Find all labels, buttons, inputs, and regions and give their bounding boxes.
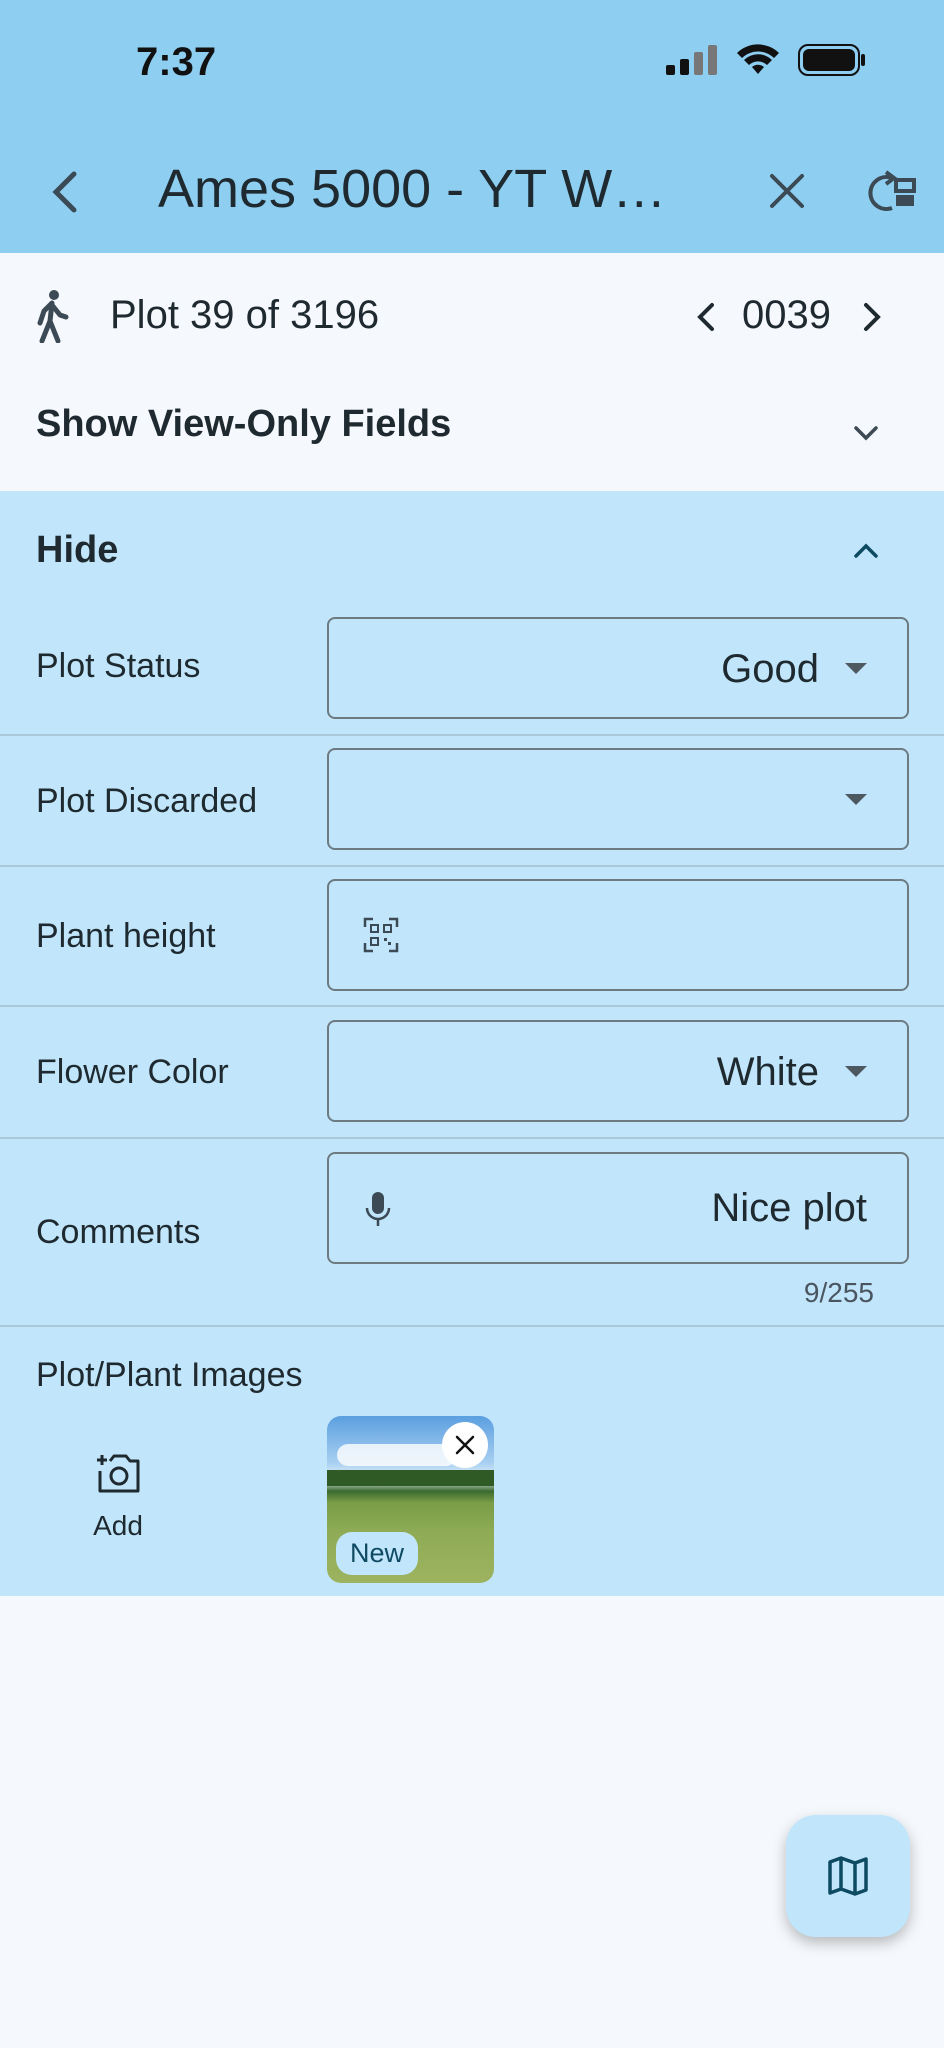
status-time: 7:37 bbox=[136, 40, 217, 84]
microphone-icon[interactable] bbox=[363, 1190, 393, 1228]
map-icon bbox=[828, 1856, 868, 1896]
close-icon[interactable] bbox=[762, 166, 812, 216]
plot-discarded-label: Plot Discarded bbox=[36, 782, 258, 820]
plant-height-label: Plant height bbox=[36, 917, 216, 955]
plot-status-select[interactable]: Good bbox=[327, 617, 909, 719]
remove-photo-button[interactable] bbox=[442, 1422, 488, 1468]
chevron-up-icon[interactable] bbox=[846, 531, 886, 571]
plot-navigation: Plot 39 of 3196 0039 bbox=[0, 253, 944, 379]
wifi-icon bbox=[737, 44, 779, 74]
field-row-plot-discarded: Plot Discarded bbox=[0, 736, 944, 867]
chevron-down-icon bbox=[854, 426, 878, 441]
app-header: 7:37 Ames 5000 - YT Wit… bbox=[0, 0, 944, 253]
field-row-plot-status: Plot Status Good bbox=[0, 595, 944, 736]
photo-thumbnail[interactable]: New bbox=[327, 1416, 494, 1583]
chevron-right-icon[interactable] bbox=[858, 293, 888, 341]
flower-color-label: Flower Color bbox=[36, 1053, 229, 1091]
add-photo-label: Add bbox=[93, 1510, 143, 1541]
battery-icon bbox=[798, 44, 865, 76]
field-row-flower-color: Flower Color White bbox=[0, 1007, 944, 1139]
thumbnail-treeline bbox=[327, 1470, 494, 1486]
chevron-left-icon[interactable] bbox=[690, 293, 720, 341]
back-arrow-icon[interactable] bbox=[40, 164, 96, 220]
status-icons bbox=[666, 44, 866, 76]
dropdown-arrow-icon bbox=[845, 1066, 867, 1077]
comments-input[interactable]: Nice plot bbox=[327, 1152, 909, 1264]
plot-status-label: Plot Status bbox=[36, 647, 201, 685]
plot-status-value: Good bbox=[721, 647, 819, 691]
flower-color-value: White bbox=[716, 1050, 819, 1094]
plot-number[interactable]: 0039 bbox=[742, 293, 831, 338]
view-only-toggle[interactable]: Show View-Only Fields bbox=[0, 379, 944, 491]
close-icon bbox=[455, 1435, 475, 1455]
view-only-label: Show View-Only Fields bbox=[36, 403, 452, 445]
hide-toggle-label[interactable]: Hide bbox=[36, 529, 118, 572]
dropdown-arrow-icon bbox=[845, 663, 867, 674]
switch-icon[interactable] bbox=[862, 164, 918, 220]
comments-value: Nice plot bbox=[711, 1186, 867, 1230]
walk-icon[interactable] bbox=[32, 289, 72, 343]
qr-scan-icon[interactable] bbox=[363, 917, 399, 953]
fields-panel: Hide Plot Status Good Plot Discarded Pla… bbox=[0, 491, 944, 1596]
character-counter: 9/255 bbox=[803, 1277, 874, 1308]
plot-position: Plot 39 of 3196 bbox=[110, 293, 380, 337]
new-badge: New bbox=[336, 1532, 419, 1575]
flower-color-select[interactable]: White bbox=[327, 1020, 909, 1122]
images-label: Plot/Plant Images bbox=[36, 1356, 303, 1394]
plant-height-input[interactable] bbox=[327, 879, 909, 991]
dropdown-arrow-icon bbox=[845, 794, 867, 805]
add-photo-button[interactable]: Add bbox=[82, 1451, 154, 1542]
signal-icon bbox=[666, 45, 717, 75]
map-button[interactable] bbox=[786, 1815, 910, 1937]
comments-label: Comments bbox=[36, 1213, 201, 1251]
page-title: Ames 5000 - YT Wit… bbox=[158, 159, 678, 219]
field-row-plant-height: Plant height bbox=[0, 867, 944, 1007]
title-bar: Ames 5000 - YT Wit… bbox=[0, 150, 944, 234]
thumbnail-clouds bbox=[337, 1444, 457, 1466]
plot-discarded-select[interactable] bbox=[327, 748, 909, 850]
field-row-comments: Comments Nice plot 9/255 bbox=[0, 1139, 944, 1327]
add-photo-icon bbox=[97, 1454, 140, 1493]
